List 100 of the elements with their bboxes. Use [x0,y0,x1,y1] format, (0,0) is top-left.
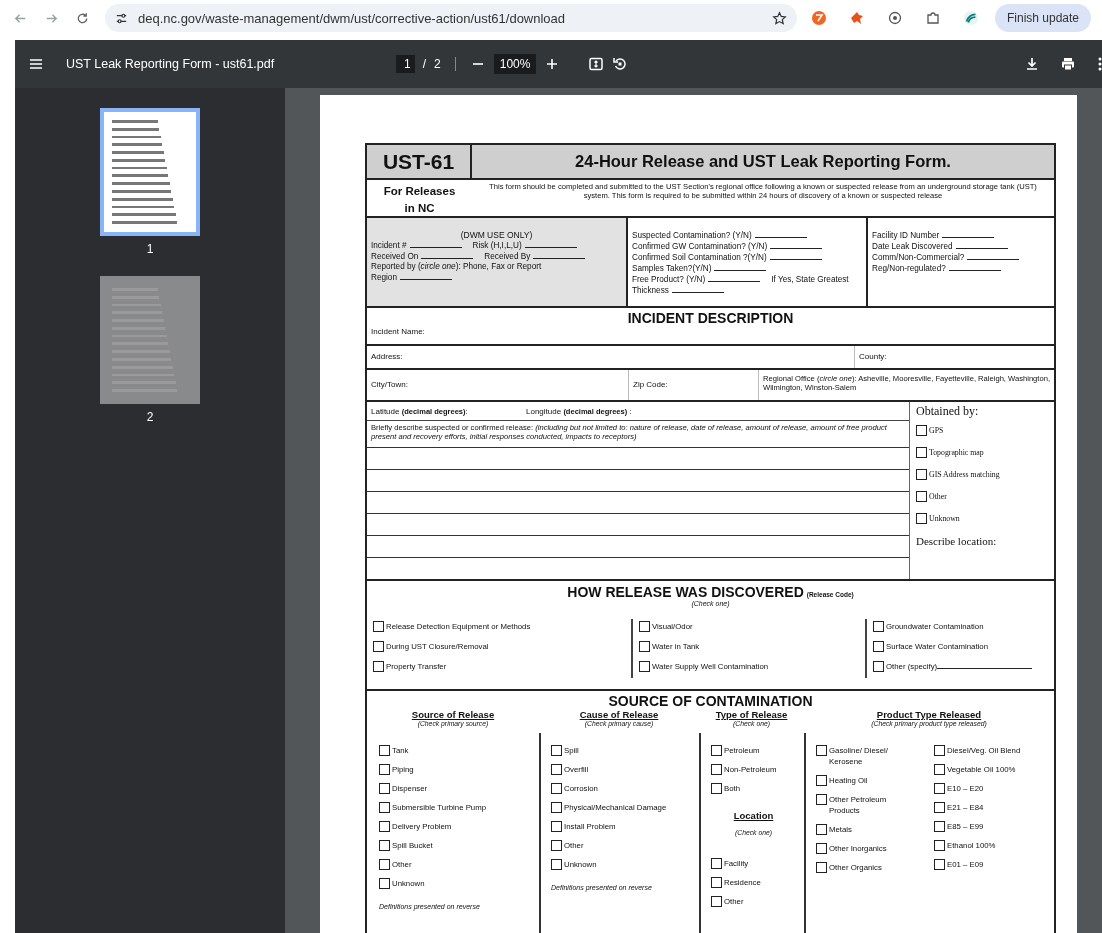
checkbox[interactable] [916,491,927,502]
url-text: deq.nc.gov/waste-management/dwm/ust/corrective-action/ust61/download [138,10,567,26]
checkbox[interactable] [916,447,927,458]
checkbox[interactable] [711,858,722,869]
field-label: Comm/Non-Commercial? [872,253,965,263]
checkbox[interactable] [639,661,650,672]
print-icon[interactable] [1060,56,1076,72]
checkbox[interactable] [934,859,945,870]
field-label: Zip Code: [628,370,758,400]
field-label: Date Leak Discovered [872,242,953,252]
extension-icon[interactable] [811,10,827,26]
checkbox[interactable] [551,764,562,775]
profile-icon[interactable] [963,10,979,26]
checkbox[interactable] [379,878,390,889]
address-bar[interactable]: deq.nc.gov/waste-management/dwm/ust/corrective-action/ust61/download [105,4,797,32]
form-title: 24-Hour Release and UST Leak Reporting Form. [574,151,952,172]
checkbox[interactable] [934,840,945,851]
field-label: Received By [484,252,531,262]
checkbox[interactable] [873,661,884,672]
field-label: Region [371,273,397,283]
checkbox[interactable] [551,802,562,813]
checkbox[interactable] [816,824,827,835]
field-label: Describe location: [916,535,998,547]
checkbox[interactable] [639,641,650,652]
checkbox[interactable] [816,794,827,805]
checkbox[interactable] [873,641,884,652]
form-code: UST-61 [367,145,472,178]
checkbox[interactable] [551,821,562,832]
checkbox[interactable] [711,877,722,888]
checkbox[interactable] [934,745,945,756]
field-label: Incident # [371,241,407,251]
section-heading: HOW RELEASE WAS DISCOVERED [567,584,804,600]
page-thumbnail[interactable] [100,276,200,404]
checkbox[interactable] [379,764,390,775]
field-label: Facility ID Number [872,231,940,241]
checkbox[interactable] [873,621,884,632]
field-label: City/Town: [370,379,409,391]
checkbox[interactable] [711,745,722,756]
field-label: Reported by (circle one): Phone, Fax or Report [371,262,542,272]
checkbox[interactable] [379,783,390,794]
page-thumbnail[interactable] [100,108,200,236]
finish-update-button[interactable]: Finish update [995,4,1092,32]
section-heading: INCIDENT DESCRIPTION [626,310,795,326]
checkbox[interactable] [711,783,722,794]
column-heading: Type of Release [714,709,789,720]
page-number: 2 [146,410,154,424]
checkbox[interactable] [711,764,722,775]
field-label: Confirmed Soil Contamination ?(Y/N) [632,253,767,263]
field-label: Suspected Contamination? (Y/N) [632,231,752,241]
page-number-field[interactable]: 1 [396,55,415,73]
fit-page-icon[interactable] [588,56,605,72]
checkbox[interactable] [639,621,650,632]
checkbox[interactable] [934,783,945,794]
checkbox[interactable] [816,775,827,786]
page-total: 2 [434,57,441,71]
section-heading: (DWM USE ONLY) [459,230,534,240]
checkbox[interactable] [934,764,945,775]
extension-icon[interactable] [887,10,903,26]
column-heading: Cause of Release [578,709,660,720]
checkbox[interactable] [816,843,827,854]
checkbox[interactable] [373,661,384,672]
checkbox[interactable] [379,840,390,851]
checkbox[interactable] [816,862,827,873]
field-label: Received On [371,252,419,262]
field-label: Free Product? (Y/N) [632,275,706,285]
checkbox[interactable] [916,469,927,480]
checkbox[interactable] [373,641,384,652]
site-settings-icon[interactable] [115,11,128,25]
checkbox[interactable] [916,425,927,436]
checkbox[interactable] [551,859,562,870]
field-label: Risk (H,I,L,U) [472,241,522,251]
checkbox[interactable] [816,745,827,756]
section-heading: SOURCE OF CONTAMINATION [607,693,814,709]
zoom-level-field[interactable]: 100% [493,54,537,74]
checkbox[interactable] [711,896,722,907]
checkbox[interactable] [379,745,390,756]
checkbox[interactable] [379,802,390,813]
rotate-icon[interactable] [612,56,629,72]
field-label: Incident Name: [371,327,425,336]
checkbox[interactable] [934,821,945,832]
more-options-icon[interactable] [1098,56,1102,72]
bookmark-star-icon[interactable] [772,10,787,26]
checkbox[interactable] [373,621,384,632]
page-number: 1 [146,242,154,256]
form-scope: For Releases in NC [382,184,457,216]
checkbox[interactable] [934,802,945,813]
checkbox[interactable] [551,783,562,794]
checkbox[interactable] [916,513,927,524]
field-label: Thickness [632,286,669,296]
checkbox[interactable] [551,840,562,851]
menu-icon[interactable] [28,56,44,72]
field-label: Reg/Non-regulated? [872,264,946,274]
checkbox[interactable] [379,859,390,870]
checkbox[interactable] [551,745,562,756]
checkbox[interactable] [379,821,390,832]
reload-icon[interactable] [75,10,90,26]
column-heading: Source of Release [410,709,496,720]
download-icon[interactable] [1024,56,1040,72]
field-label: If Yes, State Greatest [771,275,849,285]
extension-icon[interactable] [849,10,865,26]
